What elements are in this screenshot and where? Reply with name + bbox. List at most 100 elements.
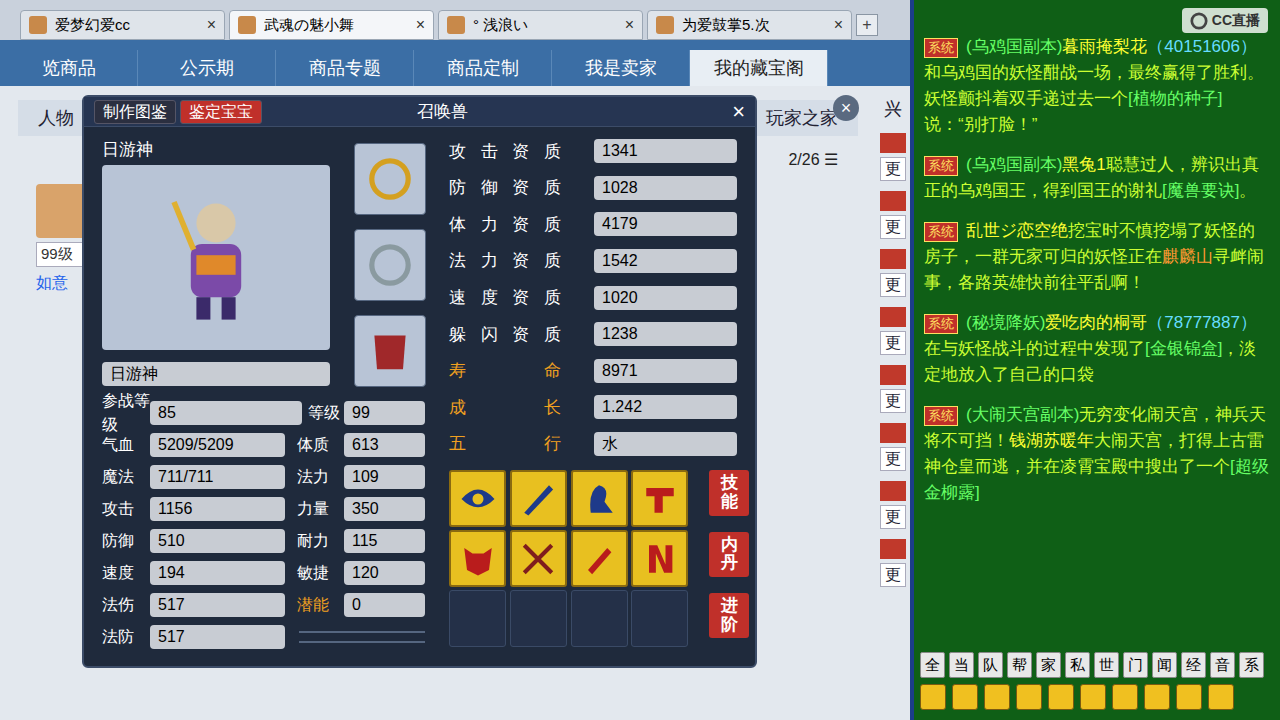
side-button[interactable]: 更 [880,505,906,529]
nav-item[interactable]: 览商品 [0,50,138,86]
name-field[interactable]: 日游神 [102,362,330,386]
nav-item[interactable]: 商品专题 [276,50,414,86]
skill-slot[interactable] [510,470,567,527]
channel-button[interactable]: 全 [920,652,945,678]
equipment-slot[interactable] [354,315,426,387]
skill-slot[interactable] [631,590,688,647]
equipment-slot[interactable] [354,143,426,215]
aptitude-row: 五行水 [449,426,755,463]
skill-slot[interactable] [449,470,506,527]
skill-slot[interactable] [631,470,688,527]
tool-button-icon[interactable] [1208,684,1234,710]
tab-avatar-icon [29,16,47,34]
stat-row: 速度194敏捷120 [102,557,429,589]
channel-button[interactable]: 家 [1036,652,1061,678]
dialog-close-button[interactable]: × [732,95,745,128]
skill-slot[interactable] [449,590,506,647]
skill-slot[interactable] [510,590,567,647]
nav-item[interactable]: 商品定制 [414,50,552,86]
browser-tab-bar: 爱梦幻爱cc×武魂の魅小舞×° 浅浪い×为爱鼓掌5.次×+ [0,0,910,40]
page-close-button[interactable]: × [833,95,859,121]
chat-message: 系统(大闹天宫副本)无穷变化闹天宫，神兵天将不可挡！钱湖苏暖年大闹天宫，打得上古… [924,402,1270,506]
page-content: 人物玩家之家2/26 ☰99级如意兴更更更更更更更更×制作图鉴鉴定宝宝召唤兽×日… [0,86,910,720]
dialog-header: 制作图鉴鉴定宝宝召唤兽× [84,97,755,127]
page-count: 2/26 ☰ [788,148,838,172]
skill-slot[interactable] [571,530,628,587]
tab-close-button[interactable]: × [625,13,634,37]
nav-item[interactable]: 公示期 [138,50,276,86]
channel-button[interactable]: 系 [1239,652,1264,678]
tab-close-button[interactable]: × [416,13,425,37]
stat-row: 法伤517潜能0 [102,589,429,621]
tool-button-icon[interactable] [1048,684,1074,710]
system-tag: 系统 [924,156,958,176]
header-button[interactable]: 鉴定宝宝 [180,100,262,124]
pet-dialog: 制作图鉴鉴定宝宝召唤兽×日游神日游神参战等级85等级99气血5209/5209体… [82,95,757,668]
cc-logo-icon [1190,12,1208,30]
skill-icon [516,477,560,521]
skill-icon [638,537,682,581]
aptitude-row: 体力资质4179 [449,206,755,243]
tool-button-icon[interactable] [1112,684,1138,710]
tool-button-icon[interactable] [920,684,946,710]
side-tab-button[interactable]: 技能 [709,470,749,515]
header-button[interactable]: 制作图鉴 [94,100,176,124]
equipment-slot[interactable] [354,229,426,301]
skill-slot[interactable] [571,590,628,647]
channel-button[interactable]: 门 [1123,652,1148,678]
dialog-title: 召唤兽 [266,99,728,125]
side-tab-button[interactable]: 内丹 [709,532,749,577]
side-button[interactable]: 更 [880,215,906,239]
channel-button[interactable]: 帮 [1007,652,1032,678]
browser-tab[interactable]: 武魂の魅小舞× [229,10,434,40]
aptitude-row: 成长1.242 [449,389,755,426]
tab-avatar-icon [447,16,465,34]
browser-tab[interactable]: 为爱鼓掌5.次× [647,10,852,40]
side-button[interactable]: 更 [880,273,906,297]
skill-slot[interactable] [449,530,506,587]
tool-button-icon[interactable] [1176,684,1202,710]
system-tag: 系统 [924,314,958,334]
side-button[interactable]: 更 [880,447,906,471]
tool-button-icon[interactable] [1016,684,1042,710]
tool-button-icon[interactable] [984,684,1010,710]
channel-button[interactable]: 经 [1181,652,1206,678]
tab-avatar-icon [238,16,256,34]
skill-slot[interactable] [571,470,628,527]
side-button[interactable]: 更 [880,563,906,587]
browser-tab[interactable]: 爱梦幻爱cc× [20,10,225,40]
skill-icon [577,477,621,521]
tab-close-button[interactable]: × [207,13,216,37]
tool-button-icon[interactable] [1080,684,1106,710]
channel-button[interactable]: 队 [978,652,1003,678]
screen: 爱梦幻爱cc×武魂の魅小舞×° 浅浪い×为爱鼓掌5.次×+ 览商品公示期商品专题商… [0,0,1280,720]
channel-button[interactable]: 世 [1094,652,1119,678]
channel-button[interactable]: 当 [949,652,974,678]
tab-close-button[interactable]: × [834,13,843,37]
aptitude-row: 防御资质1028 [449,170,755,207]
chat-message: 系统(秘境降妖)爱吃肉的桐哥（78777887）在与妖怪战斗的过程中发现了[金银… [924,310,1270,388]
aptitude-row: 法力资质1542 [449,243,755,280]
channel-button[interactable]: 音 [1210,652,1235,678]
chat-message: 系统(乌鸡国副本)暮雨掩梨花（40151606）和乌鸡国的妖怪酣战一场，最终赢得… [924,34,1270,138]
browser-tab[interactable]: ° 浅浪い× [438,10,643,40]
stat-row: 攻击1156力量350 [102,493,429,525]
skill-slot[interactable] [631,530,688,587]
add-tab-button[interactable]: + [856,14,878,36]
page-tab[interactable]: 玩家之家 [766,105,838,132]
page-tab[interactable]: 人物 [38,105,74,132]
side-tab-button[interactable]: 进阶 [709,593,749,638]
channel-bar: 全当队帮家私世门闻经音系 [914,652,1280,684]
skill-slot[interactable] [510,530,567,587]
skill-icon [638,477,682,521]
nav-item[interactable]: 我是卖家 [552,50,690,86]
side-button[interactable]: 更 [880,331,906,355]
nav-item[interactable]: 我的藏宝阁 [690,50,828,86]
side-button[interactable]: 更 [880,157,906,181]
tool-button-icon[interactable] [1144,684,1170,710]
channel-button[interactable]: 闻 [1152,652,1177,678]
equipment-icon [364,239,416,291]
side-button[interactable]: 更 [880,389,906,413]
channel-button[interactable]: 私 [1065,652,1090,678]
tool-button-icon[interactable] [952,684,978,710]
